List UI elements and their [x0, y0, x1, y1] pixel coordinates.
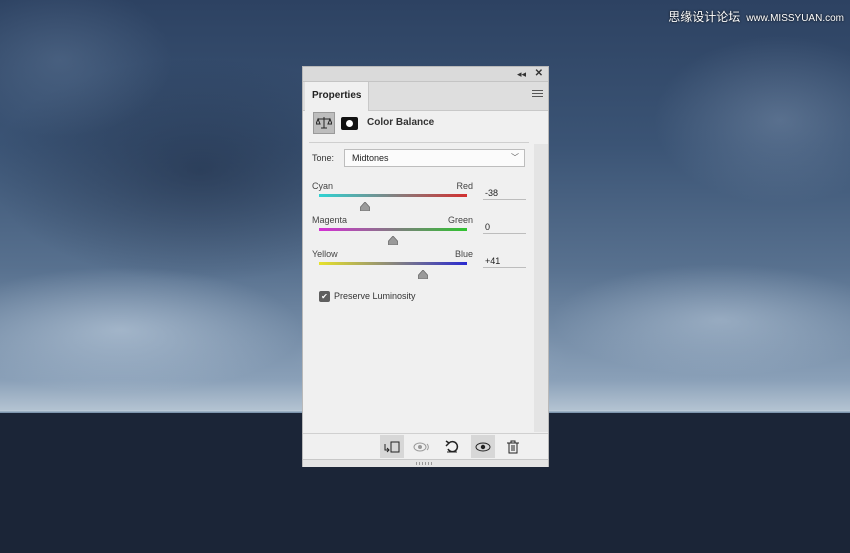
resize-grip[interactable]: [303, 459, 548, 467]
scrollbar[interactable]: [534, 144, 548, 432]
balance-scale-icon[interactable]: [313, 112, 335, 134]
slider-yellow-blue: Yellow Blue +41: [312, 249, 527, 283]
slider-cyan-red: Cyan Red -38: [312, 181, 527, 215]
watermark: 思缘设计论坛 www.MISSYUAN.com: [668, 8, 844, 25]
trash-icon[interactable]: [501, 435, 525, 458]
slider-value-input[interactable]: +41: [483, 254, 526, 268]
slider-thumb[interactable]: [418, 266, 429, 280]
slider-left-label: Cyan: [312, 181, 334, 191]
slider-right-label: Green: [447, 215, 473, 225]
close-icon[interactable]: ✕: [535, 67, 543, 81]
preserve-luminosity-label: Preserve Luminosity: [334, 291, 416, 301]
panel-bottom-toolbar: [303, 433, 548, 460]
slider-value-input[interactable]: 0: [483, 220, 526, 234]
slider-right-label: Red: [456, 181, 473, 191]
reset-icon[interactable]: [440, 435, 464, 458]
slider-track[interactable]: [319, 262, 467, 265]
preserve-luminosity-checkbox[interactable]: ✔: [319, 291, 330, 302]
slider-thumb[interactable]: [388, 232, 398, 246]
double-chevron-left-icon[interactable]: ◂◂: [517, 67, 526, 81]
tone-label: Tone:: [312, 153, 335, 163]
chevron-down-icon: ﹀: [511, 153, 519, 162]
properties-panel: ◂◂ ✕ Properties Color Balance Tone: Midt…: [302, 66, 549, 467]
hamburger-menu-icon[interactable]: [532, 88, 543, 99]
tab-properties[interactable]: Properties: [305, 82, 369, 111]
tone-dropdown[interactable]: Midtones ﹀: [344, 149, 525, 167]
slider-track[interactable]: [319, 228, 467, 231]
layer-mask-icon[interactable]: [341, 117, 358, 130]
header-divider: [309, 142, 529, 143]
tone-value: Midtones: [352, 153, 389, 163]
slider-track[interactable]: [319, 194, 467, 197]
view-previous-state-icon[interactable]: [410, 435, 434, 458]
slider-magenta-green: Magenta Green 0: [312, 215, 527, 249]
panel-title: Color Balance: [367, 117, 435, 128]
slider-thumb[interactable]: [359, 198, 370, 212]
clip-to-layer-icon[interactable]: [380, 435, 404, 458]
watermark-url: www.MISSYUAN.com: [746, 13, 844, 24]
watermark-text: 思缘设计论坛: [668, 10, 741, 24]
slider-left-label: Magenta: [312, 215, 348, 225]
slider-right-label: Blue: [454, 249, 473, 259]
eye-icon[interactable]: [471, 435, 495, 458]
panel-titlebar[interactable]: ◂◂ ✕: [303, 67, 548, 82]
slider-value-input[interactable]: -38: [483, 186, 526, 200]
slider-left-label: Yellow: [312, 249, 338, 259]
adjustment-header: Color Balance: [313, 112, 543, 138]
panel-tab-row: Properties: [303, 82, 548, 111]
